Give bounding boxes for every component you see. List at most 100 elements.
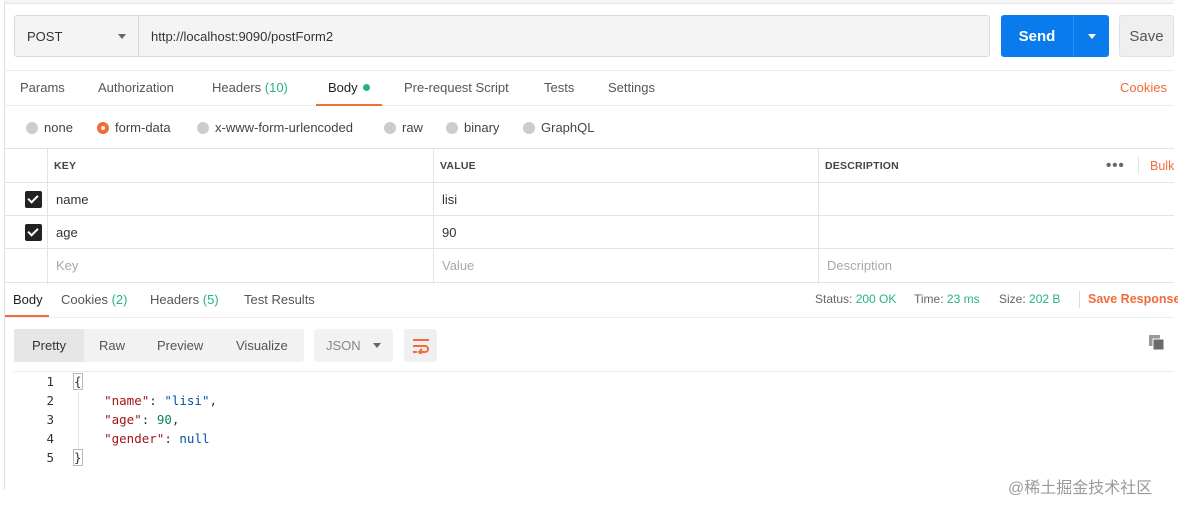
response-body-code[interactable]: 1 2 3 4 5 { "name": "lisi", "age": 90, "…	[14, 371, 1174, 471]
tab-pre-request-script[interactable]: Pre-request Script	[404, 71, 509, 105]
tab-settings[interactable]: Settings	[608, 71, 655, 105]
line-number: 3	[46, 412, 54, 427]
row-checkbox[interactable]	[25, 191, 42, 208]
column-header-value: VALUE	[440, 159, 476, 172]
copy-icon	[1149, 335, 1165, 351]
radio-graphql-label: GraphQL	[541, 120, 595, 135]
bulk-divider	[1138, 157, 1139, 174]
request-bar: POST http://localhost:9090/postForm2	[14, 15, 990, 57]
radio-graphql[interactable]: GraphQL	[523, 118, 594, 138]
tab-headers-label: Headers	[212, 80, 262, 95]
status-label: Status:	[815, 292, 853, 306]
language-label: JSON	[326, 338, 361, 353]
size-readout: Size: 202 B	[999, 283, 1060, 316]
row-value-input[interactable]: 90	[436, 216, 456, 248]
radio-circle-icon	[26, 122, 38, 134]
code-line: "gender": null	[104, 431, 210, 446]
radio-urlencoded[interactable]: x-www-form-urlencoded	[197, 118, 353, 138]
radio-circle-icon	[446, 122, 458, 134]
code-line: {	[73, 373, 83, 390]
bulk-edit-link[interactable]: Bulk	[1150, 149, 1174, 182]
save-button[interactable]: Save	[1119, 15, 1174, 57]
close-brace: }	[73, 449, 83, 466]
radio-circle-icon	[523, 122, 535, 134]
wrap-lines-icon	[412, 338, 429, 354]
wrap-lines-button[interactable]	[404, 329, 437, 362]
radio-binary[interactable]: binary	[446, 118, 499, 138]
radio-none[interactable]: none	[26, 118, 73, 138]
radio-urlencoded-label: x-www-form-urlencoded	[215, 120, 353, 135]
watermark: @稀土掘金技术社区	[1008, 480, 1153, 497]
status-readout: Status: 200 OK	[815, 283, 896, 316]
json-key: "age"	[104, 412, 142, 427]
table-row-new: Key Value Description	[4, 249, 1174, 283]
time-readout: Time: 23 ms	[914, 283, 980, 316]
more-options-icon[interactable]: •••	[1106, 149, 1125, 182]
response-tab-test-results[interactable]: Test Results	[244, 283, 315, 316]
url-text: http://localhost:9090/postForm2	[151, 28, 334, 44]
request-tabs: Params Authorization Headers (10) Body P…	[4, 70, 1174, 106]
radio-none-label: none	[44, 120, 73, 135]
save-response-button[interactable]: Save Response	[1088, 283, 1178, 316]
radio-binary-label: binary	[464, 120, 500, 135]
url-input[interactable]: http://localhost:9090/postForm2	[139, 16, 989, 56]
radio-form-data[interactable]: form-data	[97, 118, 171, 138]
tab-body[interactable]: Body	[316, 71, 382, 106]
send-options-button[interactable]	[1074, 33, 1109, 39]
chevron-down-icon	[118, 33, 126, 39]
line-number: 1	[46, 374, 54, 389]
row-description-input[interactable]	[819, 183, 1174, 215]
status-divider	[1079, 291, 1080, 308]
method-select[interactable]: POST	[15, 16, 139, 56]
row-key-input[interactable]: age	[50, 216, 78, 248]
response-view-tabs: Pretty Raw Preview Visualize	[14, 329, 304, 362]
response-tab-cookies-label: Cookies	[61, 292, 108, 307]
table-row: age 90	[4, 216, 1174, 249]
response-tab-cookies[interactable]: Cookies (2)	[61, 283, 127, 316]
radio-raw[interactable]: raw	[384, 118, 423, 138]
json-null: null	[179, 431, 210, 446]
radio-circle-icon	[384, 122, 396, 134]
new-value-input[interactable]: Value	[436, 249, 474, 282]
tab-params[interactable]: Params	[20, 71, 65, 105]
response-tab-headers-label: Headers	[150, 292, 200, 307]
new-key-input[interactable]: Key	[50, 249, 78, 282]
row-key-input[interactable]: name	[50, 183, 89, 215]
response-tab-headers[interactable]: Headers (5)	[150, 283, 219, 316]
tab-authorization[interactable]: Authorization	[98, 71, 174, 105]
column-header-key: KEY	[54, 159, 77, 172]
table-header-row: KEY VALUE DESCRIPTION ••• Bulk	[4, 149, 1174, 183]
view-tab-raw[interactable]: Raw	[99, 329, 125, 362]
row-value-input[interactable]: lisi	[436, 183, 457, 215]
status-value: 200 OK	[855, 292, 897, 306]
radio-form-data-label: form-data	[115, 120, 171, 135]
top-strip	[4, 0, 1174, 4]
tab-headers-count: (10)	[264, 80, 288, 95]
modified-dot-icon	[362, 84, 370, 91]
tab-tests[interactable]: Tests	[544, 71, 574, 105]
line-number: 4	[46, 431, 54, 446]
new-description-input[interactable]: Description	[821, 249, 892, 282]
copy-button[interactable]	[1148, 334, 1168, 354]
send-label: Send	[1018, 27, 1056, 45]
cookies-link[interactable]: Cookies	[1120, 71, 1167, 105]
view-tab-pretty[interactable]: Pretty	[14, 329, 84, 362]
table-row: name lisi	[4, 183, 1174, 216]
response-tab-body[interactable]: Body	[5, 283, 49, 317]
response-tab-headers-count: (5)	[202, 292, 219, 307]
body-type-radios: none form-data x-www-form-urlencoded raw…	[24, 118, 724, 138]
json-string: "lisi"	[164, 393, 210, 408]
tab-headers[interactable]: Headers (10)	[212, 71, 288, 105]
code-line: "name": "lisi",	[104, 393, 218, 408]
json-key: "name"	[104, 393, 150, 408]
code-line: }	[73, 449, 83, 466]
language-select[interactable]: JSON	[314, 329, 393, 362]
column-header-description: DESCRIPTION	[825, 159, 899, 172]
row-description-input[interactable]	[819, 216, 1174, 248]
time-label: Time:	[914, 292, 944, 306]
send-button[interactable]: Send	[1001, 15, 1109, 57]
view-tab-visualize[interactable]: Visualize	[236, 329, 288, 362]
row-checkbox[interactable]	[25, 224, 42, 241]
view-tab-preview[interactable]: Preview	[157, 329, 203, 362]
size-value: 202 B	[1029, 292, 1061, 306]
